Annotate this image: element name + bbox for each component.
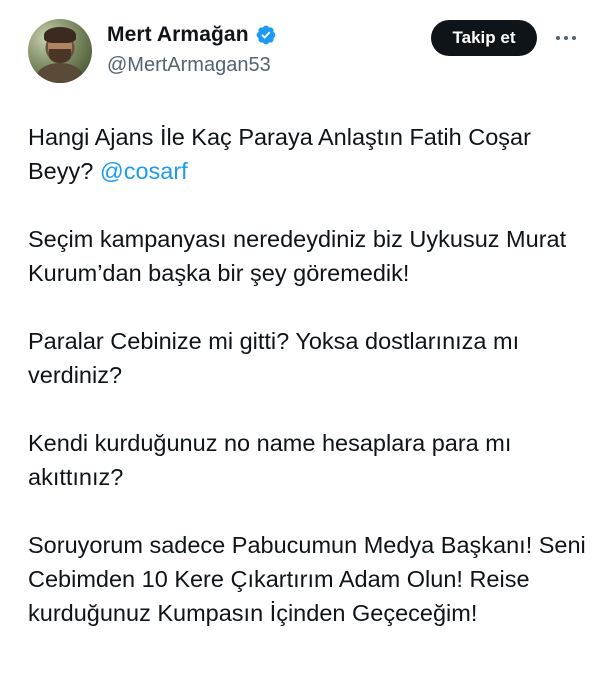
avatar[interactable] [28, 19, 92, 83]
verified-badge-icon [255, 24, 277, 46]
tweet-paragraph-4: Kendi kurduğunuz no name hesaplara para … [28, 430, 512, 490]
tweet-paragraph-2: Seçim kampanyası neredeydiniz biz Uykusu… [28, 226, 567, 286]
more-dot [556, 36, 560, 40]
author-display-name[interactable]: Mert Armağan [107, 23, 249, 47]
mention-link[interactable]: @cosarf [100, 158, 188, 184]
more-dot [564, 36, 568, 40]
avatar-figure-body [36, 63, 84, 83]
tweet-text: Hangi Ajans İle Kaç Paraya Anlaştın Fati… [28, 120, 588, 630]
tweet-card: Mert Armağan @MertArmagan53 Takip et Han… [0, 0, 600, 680]
tweet-paragraph-1: Hangi Ajans İle Kaç Paraya Anlaştın Fati… [28, 120, 588, 188]
more-horizontal-icon[interactable] [551, 24, 581, 52]
tweet-paragraph-3: Paralar Cebinize mi gitti? Yoksa dostlar… [28, 328, 520, 388]
more-dot [572, 36, 576, 40]
tweet-paragraph-5: Soruyorum sadece Pabucumun Medya Başkanı… [28, 532, 586, 626]
author-handle[interactable]: @MertArmagan53 [107, 54, 271, 77]
avatar-figure-hair [44, 27, 76, 43]
avatar-figure-beard [49, 49, 71, 63]
author-name-row: Mert Armağan [107, 23, 277, 47]
follow-button[interactable]: Takip et [431, 20, 537, 56]
